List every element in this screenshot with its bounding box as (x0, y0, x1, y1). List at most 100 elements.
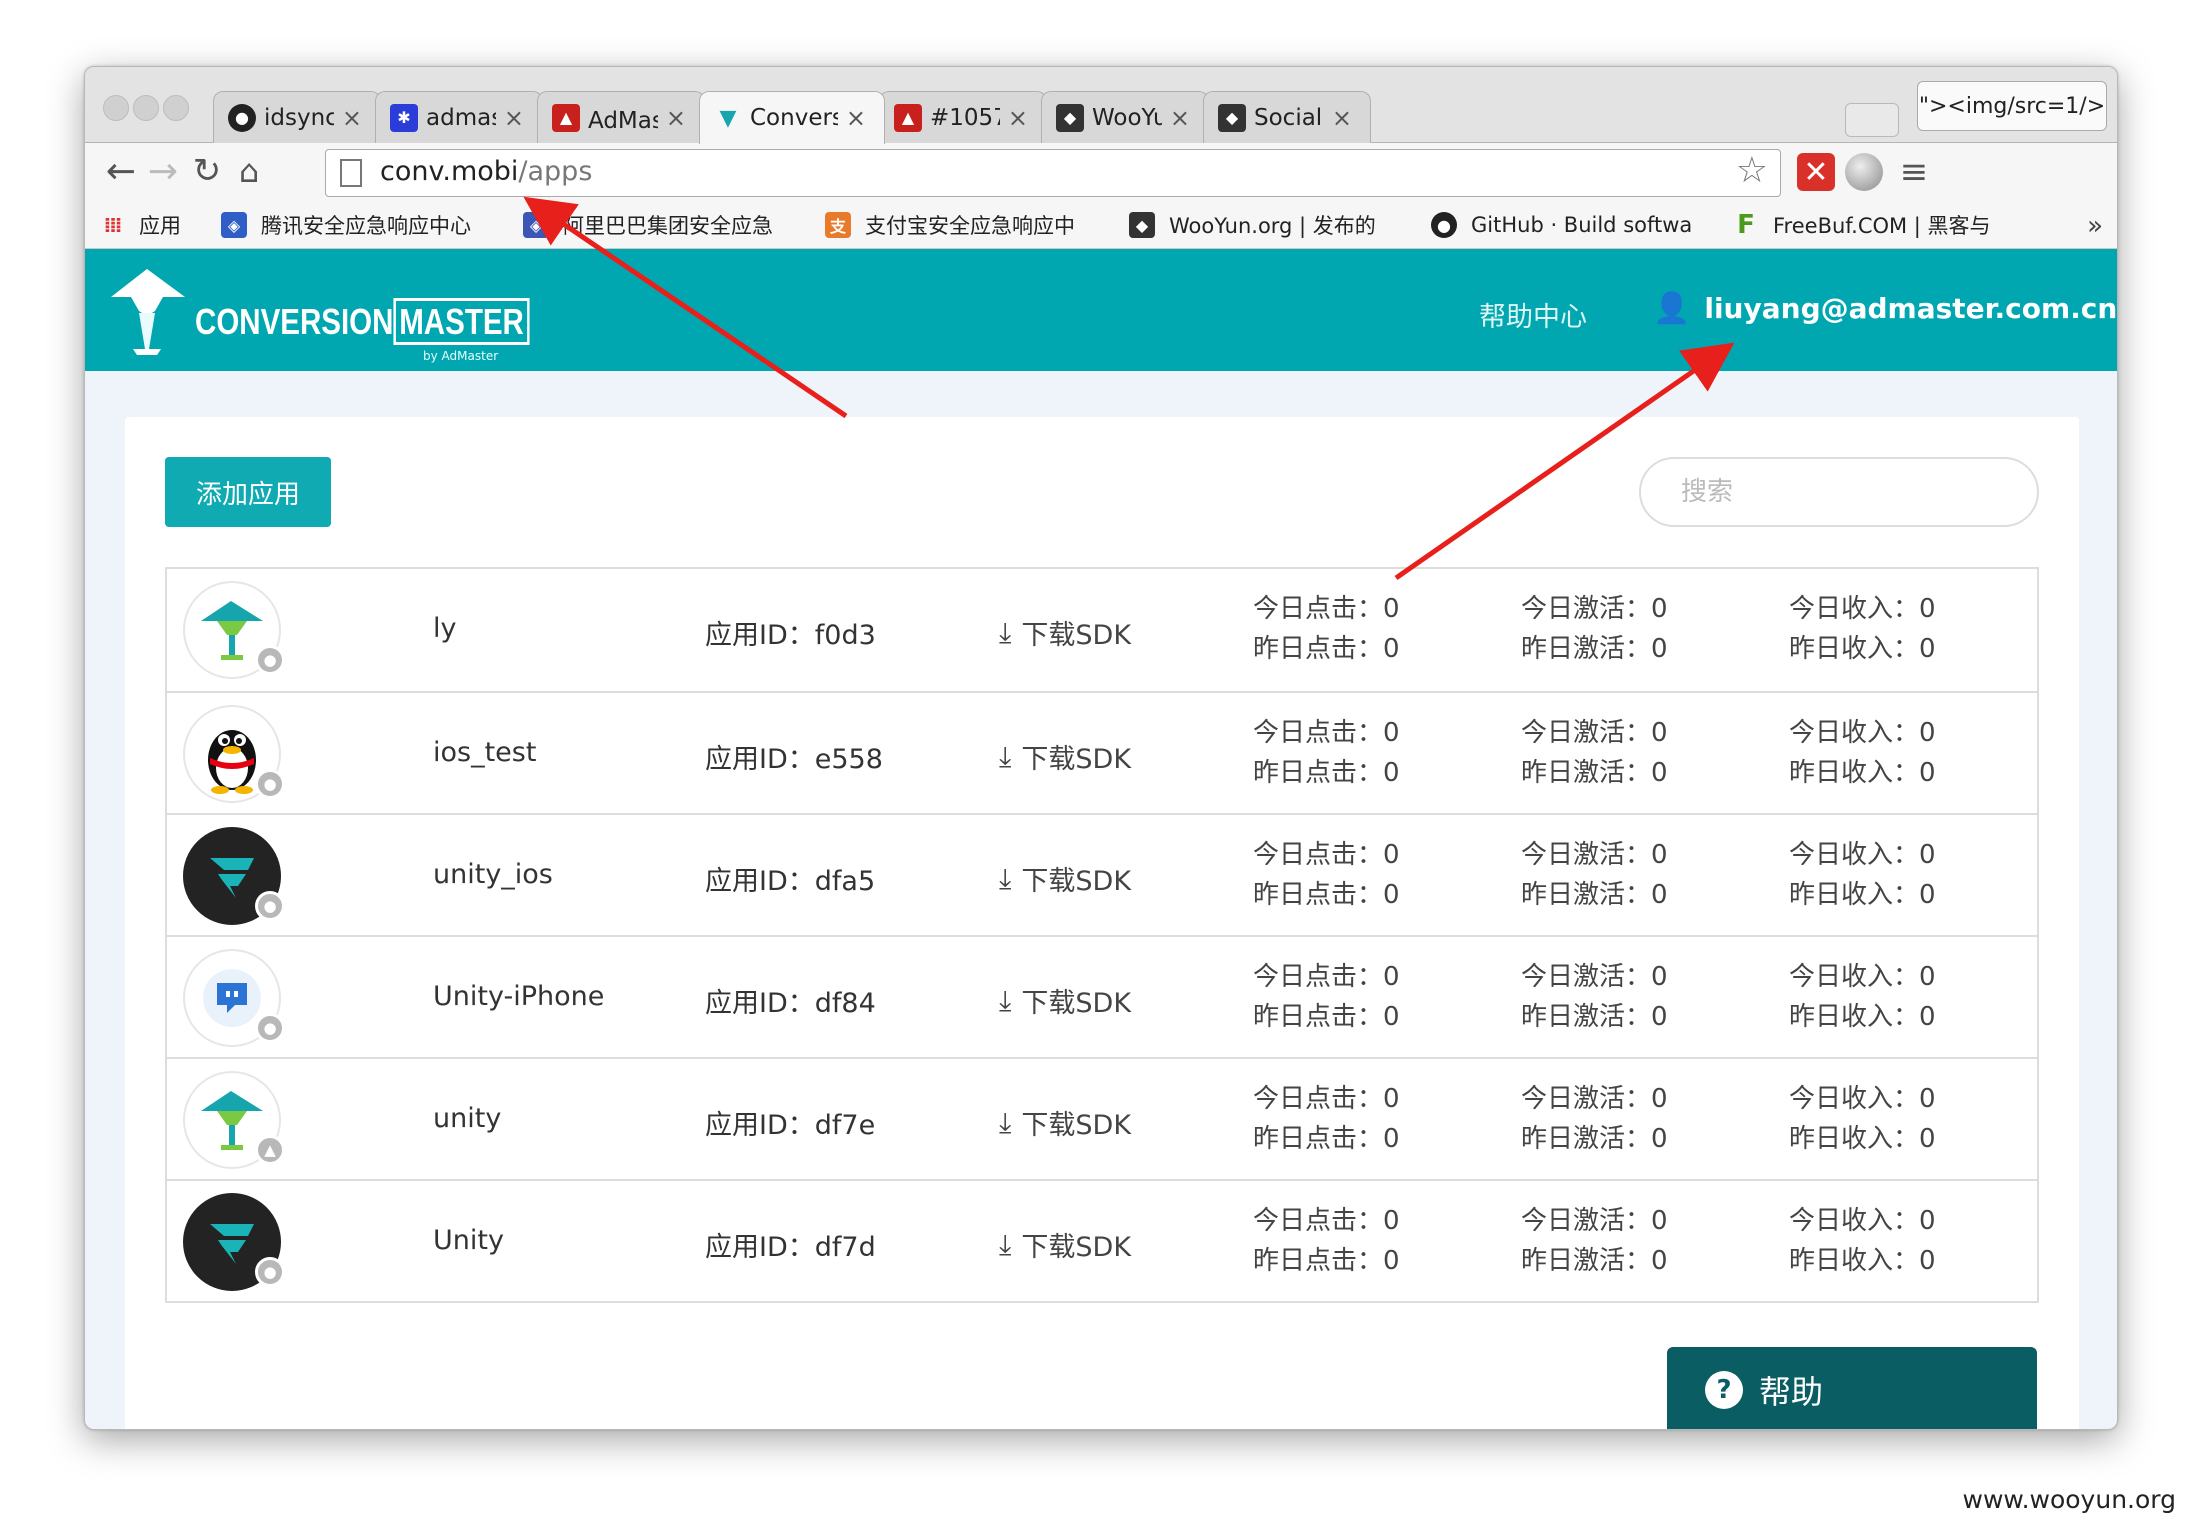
download-sdk-link[interactable]: ⤓ 下载SDK (999, 981, 1131, 1020)
address-bar[interactable]: conv.mobi/apps ☆ (325, 149, 1781, 197)
close-tab-icon[interactable]: × (1332, 104, 1352, 132)
zoom-window-button[interactable] (163, 95, 189, 121)
app-id-value: df84 (814, 988, 876, 1019)
app-name[interactable]: unity (433, 1103, 501, 1134)
apple-icon: ● (255, 1013, 285, 1043)
browser-tab[interactable]: ◆ WooYun.org × (1041, 91, 1209, 143)
flag-logo-icon (210, 858, 254, 898)
table-row[interactable]: ● Unity 应用ID：df7d ⤓ 下载SDK 今日点击：0 昨日点击：0 今日… (167, 1179, 2037, 1301)
apple-icon: ● (255, 769, 285, 799)
browser-tab[interactable]: ◆ SocialMaste × (1203, 91, 1371, 143)
yesterday-revenue: 昨日收入：0 (1789, 1002, 1936, 1032)
conversionmaster-logo-icon[interactable] (105, 265, 191, 357)
app-name[interactable]: unity_ios (433, 859, 553, 890)
browser-tab[interactable]: ✱ admaster.c × (375, 91, 543, 143)
download-sdk-link[interactable]: ⤓ 下载SDK (999, 737, 1131, 776)
bookmark-item[interactable]: ⁞⁞⁞ 应用 (99, 209, 181, 241)
bookmark-item[interactable]: ◈ 阿里巴巴集团安全应急 (523, 209, 773, 241)
bookmark-item[interactable]: F FreeBuf.COM | 黑客与 (1733, 209, 1990, 241)
browser-tab[interactable]: ▲ AdMaster 用 × (537, 91, 705, 143)
new-tab-button[interactable] (1845, 103, 1899, 137)
bookmarks-overflow-button[interactable]: » (2087, 211, 2103, 241)
clicks-stat: 今日点击：0 昨日点击：0 (1253, 589, 1400, 669)
forward-arrow-icon[interactable]: → (141, 149, 185, 193)
close-tab-icon[interactable]: × (666, 104, 686, 132)
yesterday-revenue: 昨日收入：0 (1789, 1246, 1936, 1276)
tab-title: idsync/Mail (264, 104, 334, 131)
app-avatar: ● (183, 1193, 285, 1291)
watermark: www.wooyun.org (1962, 1485, 2176, 1514)
table-row[interactable]: ▲ unity 应用ID：df7e ⤓ 下载SDK 今日点击：0 昨日点击：0 今日… (167, 1057, 2037, 1179)
menu-icon[interactable]: ≡ (1895, 152, 1933, 192)
app-id-label: 应用ID： (705, 744, 815, 775)
revenue-stat: 今日收入：0 昨日收入：0 (1789, 1079, 1936, 1159)
add-app-button[interactable]: 添加应用 (165, 457, 331, 527)
bookmark-label: 支付宝安全应急响应中 (865, 214, 1075, 238)
table-row[interactable]: ● unity_ios 应用ID：dfa5 ⤓ 下载SDK 今日点击：0 昨日点击：… (167, 813, 2037, 935)
today-clicks: 今日点击：0 (1253, 840, 1400, 870)
search-input[interactable] (1639, 457, 2039, 527)
bookmark-item[interactable]: ● GitHub · Build softwa (1431, 209, 1692, 241)
user-email: liuyang@admaster.com.cn (1704, 292, 2118, 325)
globe-extension-icon[interactable] (1845, 153, 1883, 191)
app-name[interactable]: Unity (433, 1225, 504, 1256)
bookmark-label: 腾讯安全应急响应中心 (261, 214, 471, 238)
logo-wordmark[interactable]: CONVERSION MASTER (195, 298, 530, 345)
flag-logo-icon (210, 1224, 254, 1264)
download-sdk-link[interactable]: ⤓ 下载SDK (999, 859, 1131, 898)
close-tab-icon[interactable]: × (846, 104, 866, 132)
yesterday-clicks: 昨日点击：0 (1253, 1002, 1400, 1032)
bookmark-star-icon[interactable]: ☆ (1736, 150, 1768, 191)
app-id-value: df7d (814, 1232, 876, 1263)
today-activations: 今日激活：0 (1521, 962, 1668, 992)
browser-tab-active[interactable]: ▼ Conversion × (699, 91, 885, 144)
wooyun-icon: ◆ (1129, 212, 1155, 238)
minimize-window-button[interactable] (133, 95, 159, 121)
app-name[interactable]: Unity-iPhone (433, 981, 604, 1012)
yesterday-revenue: 昨日收入：0 (1789, 1124, 1936, 1154)
table-row[interactable]: ● Unity-iPhone 应用ID：df84 ⤓ 下载SDK 今日点击：0 昨日… (167, 935, 2037, 1057)
browser-tab[interactable]: ● idsync/Mail × (213, 91, 381, 143)
app-id-label: 应用ID： (705, 1232, 815, 1263)
table-row[interactable]: ● ly 应用ID：f0d3 ⤓ 下载SDK 今日点击：0 昨日点击：0 今日激活：… (167, 569, 2037, 691)
extension-x-icon[interactable]: ✕ (1797, 153, 1835, 191)
user-menu[interactable]: 👤 liuyang@admaster.com.cn ▼ (1653, 291, 2118, 326)
app-id-value: f0d3 (814, 620, 876, 651)
reload-icon[interactable]: ↻ (185, 149, 229, 193)
bookmark-item[interactable]: 支 支付宝安全应急响应中 (825, 209, 1075, 241)
download-sdk-label: 下载SDK (1021, 744, 1132, 775)
table-row[interactable]: ● ios_test 应用ID：e558 ⤓ 下载SDK 今日点击：0 昨日点击：0… (167, 691, 2037, 813)
app-id: 应用ID：e558 (705, 737, 883, 776)
home-icon[interactable]: ⌂ (227, 149, 271, 193)
activations-stat: 今日激活：0 昨日激活：0 (1521, 957, 1668, 1037)
app-avatar: ● (183, 705, 285, 803)
profile-name-button[interactable]: "><img/src=1/> (1917, 81, 2107, 131)
close-window-button[interactable] (103, 95, 129, 121)
help-center-link[interactable]: 帮助中心 (1479, 295, 1587, 334)
close-tab-icon[interactable]: × (504, 104, 524, 132)
download-sdk-link[interactable]: ⤓ 下载SDK (999, 1103, 1131, 1142)
download-sdk-label: 下载SDK (1021, 988, 1132, 1019)
yesterday-clicks: 昨日点击：0 (1253, 880, 1400, 910)
download-sdk-link[interactable]: ⤓ 下载SDK (999, 613, 1131, 652)
conversionmaster-icon: ▼ (719, 105, 737, 131)
tab-title: AdMaster 用 (588, 107, 658, 134)
download-sdk-link[interactable]: ⤓ 下载SDK (999, 1225, 1131, 1264)
help-widget-button[interactable]: ? 帮助 (1667, 1347, 2037, 1429)
github-icon: ● (1431, 212, 1457, 238)
back-arrow-icon[interactable]: ← (99, 149, 143, 193)
browser-tab[interactable]: ▲ #105798 & × (879, 91, 1047, 143)
app-name[interactable]: ly (433, 613, 456, 644)
today-revenue: 今日收入：0 (1789, 962, 1936, 992)
app-id-label: 应用ID： (705, 866, 815, 897)
apple-icon: ● (255, 1257, 285, 1287)
clicks-stat: 今日点击：0 昨日点击：0 (1253, 713, 1400, 793)
bookmark-item[interactable]: ◆ WooYun.org | 发布的 (1129, 209, 1376, 241)
app-name[interactable]: ios_test (433, 737, 536, 768)
close-tab-icon[interactable]: × (1170, 104, 1190, 132)
bookmark-item[interactable]: ◈ 腾讯安全应急响应中心 (221, 209, 471, 241)
close-tab-icon[interactable]: × (342, 104, 362, 132)
activations-stat: 今日激活：0 昨日激活：0 (1521, 1201, 1668, 1281)
close-tab-icon[interactable]: × (1008, 104, 1028, 132)
today-activations: 今日激活：0 (1521, 840, 1668, 870)
